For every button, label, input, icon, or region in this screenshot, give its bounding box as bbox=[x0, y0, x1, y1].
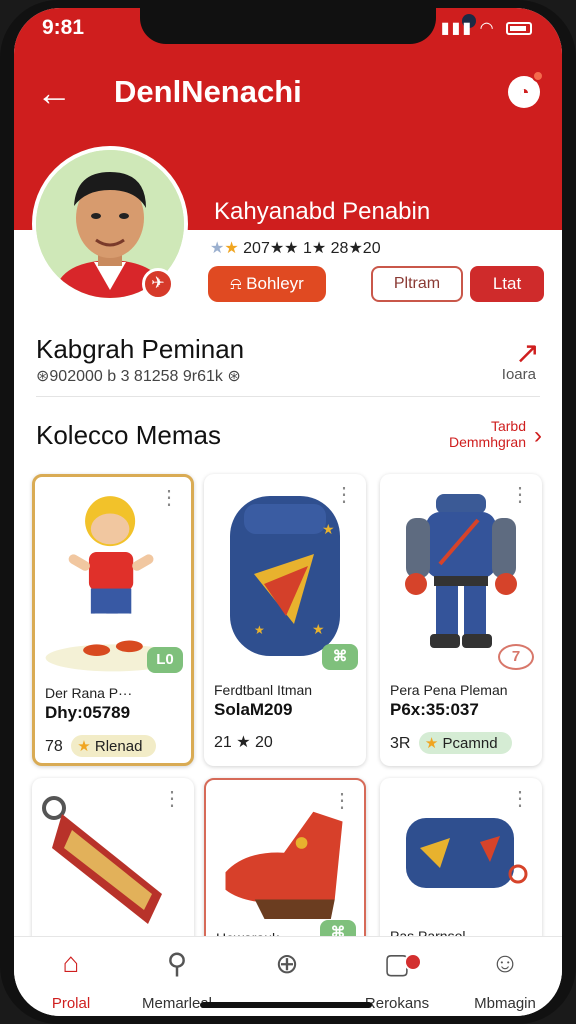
bell-icon: ⍾ bbox=[230, 274, 247, 293]
follow-button[interactable]: ⍾ Bohleyr bbox=[208, 266, 326, 302]
card-count: 3R ★ Pcamnd bbox=[390, 732, 512, 754]
card-count-value: 78 bbox=[45, 738, 63, 755]
red-button[interactable]: Ltat bbox=[470, 266, 544, 302]
star-icon: ★ bbox=[210, 240, 225, 257]
item-card[interactable]: ⋮ 7 Pera Pena Pleman P6x:35:037 3R ★ Pca… bbox=[380, 474, 542, 766]
svg-text:★: ★ bbox=[322, 521, 335, 537]
star-icon: ★ bbox=[424, 735, 439, 752]
more-menu-icon[interactable]: ⋮ bbox=[159, 485, 179, 510]
divider bbox=[36, 396, 540, 397]
more-menu-icon[interactable]: ⋮ bbox=[332, 788, 352, 813]
card-pill: ★ Rlenad bbox=[71, 735, 157, 757]
card-pill: ★ Pcamnd bbox=[418, 732, 512, 754]
home-indicator[interactable] bbox=[200, 1002, 372, 1008]
notification-button[interactable]: ◔ bbox=[508, 70, 544, 108]
status-icons: ▮▮▮ ◠ bbox=[441, 18, 532, 38]
more-menu-icon[interactable]: ⋮ bbox=[162, 786, 182, 811]
follow-label: Bohleyr bbox=[246, 274, 304, 293]
card-code: SolaM209 bbox=[214, 700, 293, 719]
section-title: Kabgrah Peminan bbox=[36, 334, 245, 364]
rating-stats: ★★ 207★★ 1★ 28★20 bbox=[210, 238, 381, 258]
card-pill-label: Pcamnd bbox=[442, 735, 498, 752]
card-tag: 7 bbox=[498, 644, 534, 670]
plus-circle-icon: ⊕ bbox=[275, 948, 299, 979]
item-card[interactable]: ⋮ bbox=[32, 778, 194, 948]
user-icon: ☺ bbox=[490, 947, 520, 978]
search-icon: ⚲ bbox=[166, 948, 188, 979]
tab-add[interactable]: ⊕ bbox=[232, 947, 342, 995]
tab-account[interactable]: ☺ Mbmagin bbox=[450, 947, 560, 1012]
notch bbox=[140, 8, 476, 44]
tab-label: Mbmagin bbox=[474, 995, 536, 1012]
section-link[interactable]: Ioara bbox=[502, 366, 536, 383]
status-time: 9:81 bbox=[42, 16, 85, 39]
item-card[interactable]: ⋮ ⌘ Hewarauk bbox=[204, 778, 366, 948]
card-pill-label: Rlenad bbox=[94, 738, 143, 755]
card-count-value: 3R bbox=[390, 735, 411, 752]
card-name: Der Rana P··· bbox=[45, 685, 133, 701]
phone-frame: 9:81 ▮▮▮ ◠ ← DenlNenachi ◔ ✈ Kahyanabd P… bbox=[0, 0, 576, 1024]
tab-label: Prolal bbox=[51, 995, 91, 1012]
tab-profile[interactable]: ⌂ Prolal bbox=[16, 947, 126, 1012]
svg-text:★: ★ bbox=[254, 623, 265, 637]
more-menu-icon[interactable]: ⋮ bbox=[510, 786, 530, 811]
star-icon: ★ bbox=[224, 240, 239, 257]
item-card[interactable]: ⋮ Pas Parnsol bbox=[380, 778, 542, 948]
more-menu-icon[interactable]: ⋮ bbox=[510, 482, 530, 507]
screen: 9:81 ▮▮▮ ◠ ← DenlNenachi ◔ ✈ Kahyanabd P… bbox=[14, 8, 562, 1016]
card-count: 21 ★ 20 bbox=[214, 734, 273, 751]
svg-text:★: ★ bbox=[312, 621, 325, 637]
home-icon: ⌂ bbox=[62, 947, 80, 978]
item-card[interactable]: ★ ★ ★ ⋮ ⌘ Ferdtbanl Itman SolaM209 21 ★ … bbox=[204, 474, 366, 766]
card-tag: L0 bbox=[147, 647, 183, 673]
notification-dot bbox=[532, 70, 544, 82]
card-name: Ferdtbanl Itman bbox=[214, 682, 313, 698]
page-title: DenlNenachi bbox=[114, 74, 302, 109]
card-code: Dhy:05789 bbox=[45, 703, 131, 722]
more-menu-icon[interactable]: ⋮ bbox=[334, 482, 354, 507]
star-icon: ★ bbox=[77, 738, 91, 755]
chat-icon: ▢ bbox=[383, 948, 411, 979]
section-subtitle: ⊛902000 b 3 81258 9r61k ⊛ bbox=[36, 368, 241, 385]
card-tag: ⌘ bbox=[322, 644, 358, 670]
back-arrow-icon[interactable]: ← bbox=[36, 72, 72, 114]
tab-badge bbox=[404, 953, 422, 971]
collection-link[interactable]: Tarbd Demmhgran bbox=[449, 418, 526, 450]
stats-text: 207★★ 1★ 28★20 bbox=[243, 240, 381, 257]
signal-icon: ▮▮▮ bbox=[440, 20, 474, 37]
outline-button[interactable]: Pltram bbox=[371, 266, 463, 302]
battery-icon bbox=[506, 22, 532, 36]
item-card[interactable]: ⋮ L0 Der Rana P··· Dhy:05789 78 ★ Rlenad bbox=[32, 474, 194, 766]
collection-title: Kolecco Memas bbox=[36, 420, 221, 450]
wifi-icon: ◠ bbox=[479, 20, 496, 37]
card-name: Pera Pena Pleman bbox=[390, 682, 508, 698]
profile-name: Kahyanabd Penabin bbox=[214, 198, 431, 225]
card-code: P6x:35:037 bbox=[390, 700, 479, 719]
clock-icon: ◔ bbox=[518, 82, 530, 102]
collection-link-line1: Tarbd bbox=[490, 418, 526, 434]
avatar-badge-icon: ✈ bbox=[142, 268, 174, 300]
chevron-right-icon[interactable]: › bbox=[534, 422, 542, 450]
card-count: 78 ★ Rlenad bbox=[45, 735, 157, 757]
collection-link-line2: Demmhgran bbox=[448, 434, 526, 450]
